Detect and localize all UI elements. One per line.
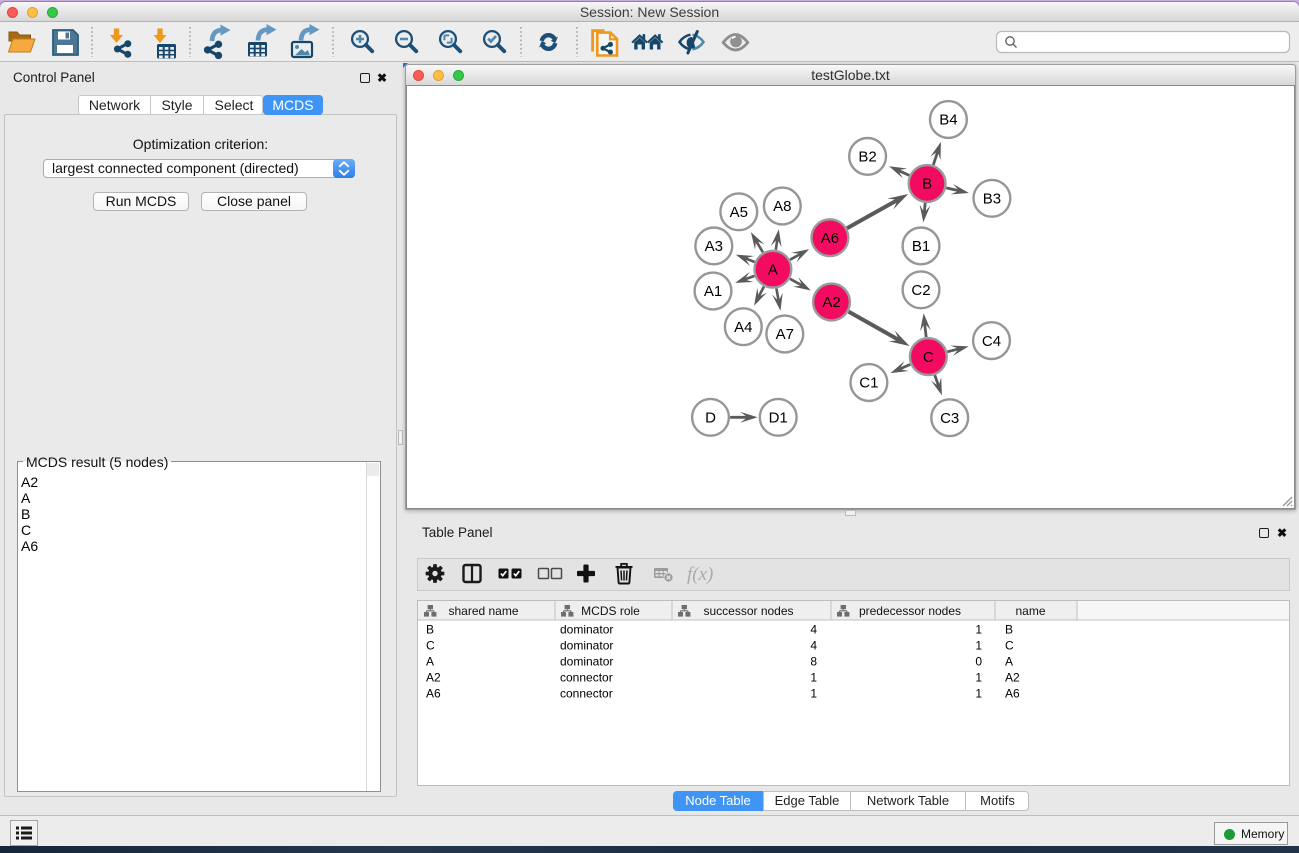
- svg-text:dominator: dominator: [560, 623, 613, 637]
- svg-text:B: B: [922, 176, 932, 193]
- svg-text:connector: connector: [560, 687, 613, 701]
- svg-text:A2: A2: [1005, 671, 1020, 685]
- svg-text:A6: A6: [1005, 687, 1020, 701]
- svg-text:4: 4: [810, 639, 817, 653]
- svg-text:A2: A2: [822, 294, 840, 311]
- svg-text:C: C: [426, 639, 435, 653]
- svg-text:MCDS role: MCDS role: [581, 604, 640, 618]
- svg-text:B: B: [426, 623, 434, 637]
- svg-text:f(x): f(x): [687, 564, 713, 585]
- svg-text:4: 4: [810, 623, 817, 637]
- svg-text:A2: A2: [426, 671, 441, 685]
- svg-text:1: 1: [810, 671, 817, 685]
- svg-text:A8: A8: [773, 198, 791, 215]
- svg-text:successor nodes: successor nodes: [703, 604, 793, 618]
- svg-text:B: B: [1005, 623, 1013, 637]
- svg-text:dominator: dominator: [560, 639, 613, 653]
- svg-text:1: 1: [810, 687, 817, 701]
- svg-text:0: 0: [975, 655, 982, 669]
- svg-text:D1: D1: [769, 410, 788, 427]
- svg-text:A6: A6: [426, 687, 441, 701]
- svg-text:shared name: shared name: [448, 604, 518, 618]
- svg-text:A7: A7: [776, 326, 794, 343]
- svg-text:C: C: [923, 349, 934, 366]
- svg-text:A4: A4: [734, 319, 752, 336]
- svg-text:connector: connector: [560, 671, 613, 685]
- svg-text:C4: C4: [982, 333, 1001, 350]
- svg-text:C3: C3: [940, 410, 959, 427]
- svg-text:A: A: [426, 655, 434, 669]
- svg-text:D: D: [705, 410, 716, 427]
- svg-text:dominator: dominator: [560, 655, 613, 669]
- svg-text:B3: B3: [983, 191, 1001, 208]
- svg-text:A6: A6: [821, 230, 839, 247]
- svg-text:A: A: [1005, 655, 1013, 669]
- svg-text:predecessor nodes: predecessor nodes: [859, 604, 961, 618]
- svg-text:C: C: [1005, 639, 1014, 653]
- svg-text:A5: A5: [730, 204, 748, 221]
- svg-text:A: A: [768, 261, 778, 278]
- svg-text:1: 1: [975, 671, 982, 685]
- svg-text:name: name: [1015, 604, 1045, 618]
- svg-text:C1: C1: [859, 375, 878, 392]
- svg-text:A3: A3: [705, 238, 723, 255]
- svg-text:1: 1: [975, 623, 982, 637]
- svg-text:B1: B1: [912, 238, 930, 255]
- svg-text:A1: A1: [704, 283, 722, 300]
- svg-text:C2: C2: [911, 282, 930, 299]
- svg-text:B4: B4: [939, 112, 957, 129]
- svg-text:1: 1: [975, 687, 982, 701]
- svg-text:1: 1: [975, 639, 982, 653]
- svg-text:8: 8: [810, 655, 817, 669]
- svg-text:B2: B2: [858, 149, 876, 166]
